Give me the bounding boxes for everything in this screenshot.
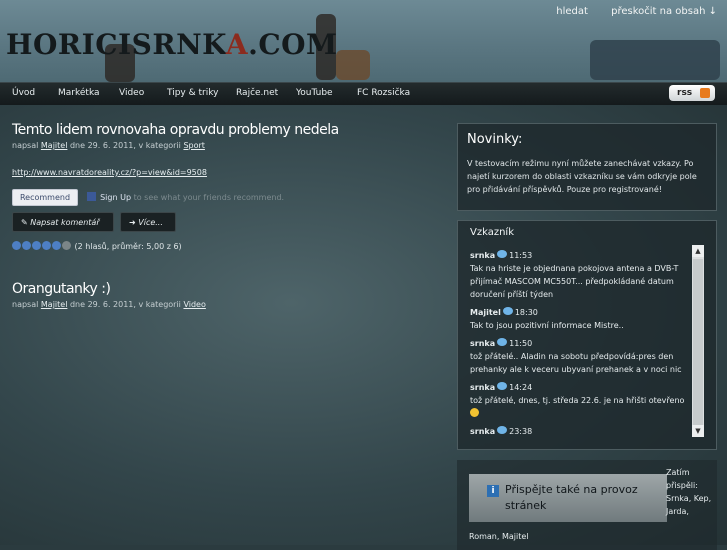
- author-link[interactable]: Majitel: [41, 141, 68, 150]
- facebook-icon: [86, 192, 96, 201]
- info-icon: i: [487, 485, 499, 497]
- top-links: hledat přeskočit na obsah ↓: [536, 6, 717, 17]
- speech-bubble-icon: [497, 250, 508, 258]
- entry-time: 23:38: [509, 427, 533, 436]
- news-title: Novinky:: [467, 132, 523, 147]
- contribute-label: Přispějte také na provoz stránek: [505, 483, 638, 512]
- meta-date: dne 29. 6. 2011, v kategorii: [69, 300, 181, 309]
- list-item: srnka 14:24 tož přátelé, dnes, tj. středa…: [470, 381, 688, 420]
- category-link[interactable]: Sport: [183, 141, 204, 150]
- author-link[interactable]: Majitel: [41, 300, 68, 309]
- news-text: V testovacím režimu nyní můžete zanecháv…: [467, 159, 697, 194]
- nav-item-marketka[interactable]: Markétka: [58, 88, 100, 98]
- rss-icon: [700, 88, 710, 98]
- scroll-thumb[interactable]: [693, 259, 703, 429]
- entry-text: Tak na hriste je objednana pokojova ante…: [470, 264, 679, 299]
- contribute-panel: i Přispějte také na provoz stránek Zatím…: [457, 460, 717, 550]
- comment-icon: ✎: [21, 218, 28, 227]
- entry-text: tož přátelé, dnes, tj. středa 22.6. je n…: [470, 396, 685, 405]
- entry-user: srnka: [470, 251, 496, 260]
- site-logo[interactable]: HORICISRNKA.COM: [6, 28, 338, 61]
- facebook-recommend-row: Recommend Sign Up to see what your frien…: [12, 189, 284, 206]
- rss-button[interactable]: rss: [669, 85, 715, 101]
- more-button[interactable]: ➜ Více...: [120, 212, 176, 232]
- post-title[interactable]: Temto lidem rovnovaha opravdu problemy n…: [12, 122, 339, 138]
- header-figure-image: [590, 40, 720, 80]
- contributors-more: Roman, Majitel: [469, 532, 529, 541]
- main-nav: Úvod Markétka Video Tipy & triky Rajče.n…: [0, 82, 727, 106]
- write-comment-button[interactable]: ✎ Napsat komentář: [12, 212, 114, 232]
- entry-time: 18:30: [514, 308, 538, 317]
- fb-recommend-button[interactable]: Recommend: [12, 189, 78, 206]
- speech-bubble-icon: [497, 338, 508, 346]
- fb-text: to see what your friends recommend.: [133, 193, 285, 202]
- category-link[interactable]: Video: [183, 300, 205, 309]
- arrow-right-icon: ➜: [129, 218, 136, 227]
- entry-user: Majitel: [470, 308, 501, 317]
- nav-item-uvod[interactable]: Úvod: [12, 88, 35, 98]
- list-item: srnka 11:53 Tak na hriste je objednana po…: [470, 249, 688, 301]
- search-link[interactable]: hledat: [556, 6, 588, 17]
- guestbook-scrollbar[interactable]: ▲ ▼: [692, 245, 704, 437]
- list-item: Majitel 18:30 Tak to jsou pozitivní infor…: [470, 306, 688, 332]
- nav-item-video[interactable]: Video: [119, 88, 144, 98]
- nav-item-rajce[interactable]: Rajče.net: [236, 88, 278, 98]
- nav-item-tipy[interactable]: Tipy & triky: [167, 88, 218, 98]
- entry-time: 11:50: [509, 339, 533, 348]
- contribute-button[interactable]: i Přispějte také na provoz stránek: [469, 474, 667, 522]
- rating-stars[interactable]: [12, 241, 72, 251]
- guestbook-title: Vzkazník: [470, 227, 514, 238]
- guestbook-list[interactable]: srnka 11:53 Tak na hriste je objednana po…: [470, 249, 688, 443]
- post-meta: napsal Majitel dne 29. 6. 2011, v katego…: [12, 141, 205, 150]
- smiley-icon: [470, 408, 479, 417]
- fb-signup-link[interactable]: Sign Up: [100, 193, 131, 202]
- speech-bubble-icon: [497, 382, 508, 390]
- list-item: srnka 23:38: [470, 425, 688, 438]
- star-icon[interactable]: [32, 241, 41, 250]
- site-header: HORICISRNKA.COM hledat přeskočit na obsa…: [0, 0, 727, 82]
- content-area: Temto lidem rovnovaha opravdu problemy n…: [0, 105, 727, 550]
- entry-time: 11:53: [509, 251, 533, 260]
- nav-item-youtube[interactable]: YouTube: [296, 88, 333, 98]
- scroll-down-icon[interactable]: ▼: [692, 425, 704, 437]
- entry-user: srnka: [470, 427, 496, 436]
- guestbook-panel: Vzkazník srnka 11:53 Tak na hriste je obj…: [457, 220, 717, 450]
- meta-date: dne 29. 6. 2011, v kategorii: [69, 141, 181, 150]
- scroll-up-icon[interactable]: ▲: [692, 245, 704, 257]
- post-title[interactable]: Orangutanky :): [12, 281, 111, 297]
- more-label: Více...: [138, 218, 163, 227]
- list-item: srnka 11:50 tož přátelé.. Aladin na sobot…: [470, 337, 688, 376]
- meta-prefix: napsal: [12, 300, 39, 309]
- skip-to-content-link[interactable]: přeskočit na obsah ↓: [611, 6, 717, 17]
- entry-text: Tak to jsou pozitivní informace Mistre..: [470, 321, 624, 330]
- contributors-text: Zatím přispěli: Srnka, Kep, Jarda,: [666, 468, 712, 516]
- star-icon[interactable]: [22, 241, 31, 250]
- rating: (2 hlasů, průměr: 5,00 z 6): [12, 241, 182, 251]
- post-meta: napsal Majitel dne 29. 6. 2011, v katego…: [12, 300, 206, 309]
- entry-text: tož přátelé.. Aladin na sobotu předpovíd…: [470, 352, 682, 374]
- entry-time: 14:24: [509, 383, 533, 392]
- star-icon[interactable]: [52, 241, 61, 250]
- star-icon[interactable]: [12, 241, 21, 250]
- meta-prefix: napsal: [12, 141, 39, 150]
- rss-label: rss: [677, 88, 693, 98]
- news-panel: Novinky: V testovacím režimu nyní můžete…: [457, 123, 717, 211]
- header-figure-image: [336, 50, 370, 80]
- entry-user: srnka: [470, 383, 496, 392]
- speech-bubble-icon: [497, 426, 508, 434]
- speech-bubble-icon: [502, 307, 513, 315]
- star-icon[interactable]: [42, 241, 51, 250]
- write-comment-label: Napsat komentář: [30, 218, 100, 227]
- star-icon[interactable]: [62, 241, 71, 250]
- rating-text: (2 hlasů, průměr: 5,00 z 6): [74, 242, 182, 251]
- post-external-link[interactable]: http://www.navratdoreality.cz/?p=view&id…: [12, 168, 207, 177]
- entry-user: srnka: [470, 339, 496, 348]
- nav-item-fc-rozsicka[interactable]: FC Rozsička: [357, 88, 410, 98]
